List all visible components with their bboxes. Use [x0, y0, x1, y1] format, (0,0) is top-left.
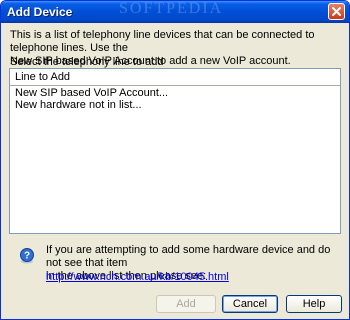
- cancel-button[interactable]: Cancel: [222, 295, 278, 313]
- kb-help-link[interactable]: http://www.nch.com.au/kb/10045.html: [46, 271, 229, 283]
- column-header-label: Line to Add: [15, 71, 71, 83]
- title-bar[interactable]: Add Device SOFTPEDIA: [1, 1, 349, 23]
- add-device-dialog: Add Device SOFTPEDIA This is a list of t…: [0, 0, 350, 320]
- close-button[interactable]: [328, 3, 345, 20]
- help-button[interactable]: Help: [286, 295, 342, 313]
- window-title: Add Device: [7, 5, 73, 19]
- telephony-line-list[interactable]: Line to Add New SIP based VoIP Account..…: [9, 68, 341, 234]
- help-info-icon: ?: [20, 248, 34, 264]
- list-item-new-sip-account[interactable]: New SIP based VoIP Account...: [15, 87, 168, 99]
- close-icon: [332, 7, 341, 16]
- watermark: SOFTPEDIA: [119, 0, 224, 17]
- list-column-header[interactable]: Line to Add: [10, 69, 340, 86]
- list-item-new-hardware[interactable]: New hardware not in list...: [15, 99, 142, 111]
- svg-text:?: ?: [24, 251, 30, 262]
- add-button[interactable]: Add: [156, 295, 216, 313]
- select-label: Select the telephony line to add: [10, 56, 164, 68]
